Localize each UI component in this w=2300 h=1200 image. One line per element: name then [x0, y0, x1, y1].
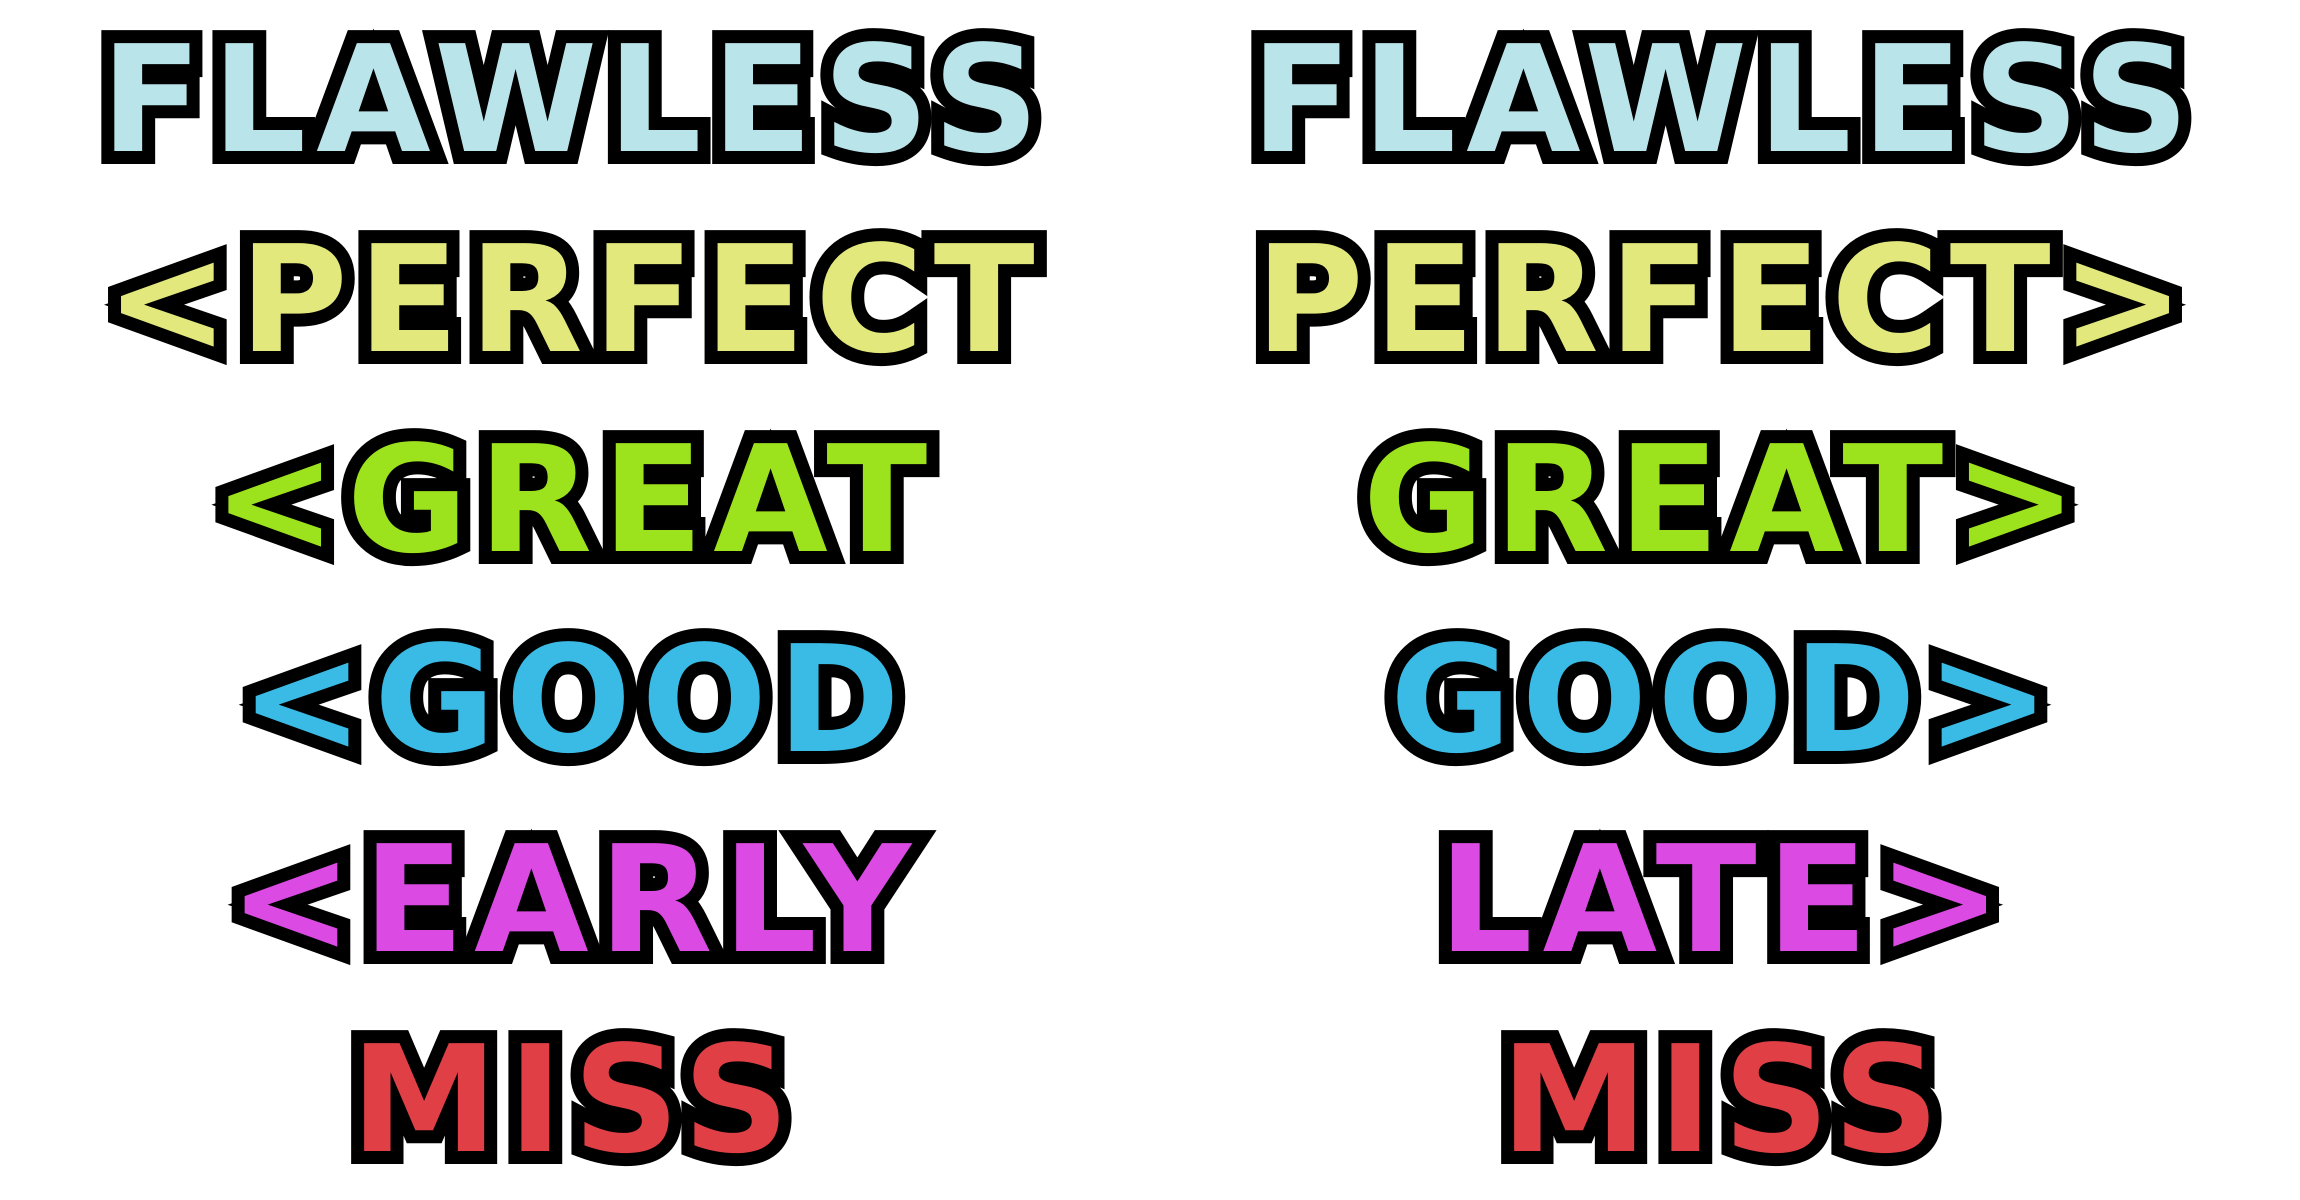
great-late-label: GREAT>: [1350, 401, 2091, 599]
flawless-label: FLAWLESS: [1238, 1, 2203, 199]
early-label: <EARLY: [216, 801, 924, 999]
flawless-label: FLAWLESS: [88, 1, 1053, 199]
great-early-label: <GREAT: [200, 401, 941, 599]
late-label: LATE>: [1425, 801, 2014, 999]
perfect-late-label: PERFECT>: [1242, 201, 2197, 399]
miss-label: MISS: [338, 1001, 803, 1199]
early-judgment-column: FLAWLESS <PERFECT <GREAT <GOOD <EARLY MI…: [0, 0, 1150, 1200]
perfect-early-label: <PERFECT: [92, 201, 1047, 399]
miss-label: MISS: [1488, 1001, 1953, 1199]
good-early-label: <GOOD: [227, 601, 913, 799]
late-judgment-column: FLAWLESS PERFECT> GREAT> GOOD> LATE> MIS…: [1150, 0, 2300, 1200]
good-late-label: GOOD>: [1377, 601, 2063, 799]
